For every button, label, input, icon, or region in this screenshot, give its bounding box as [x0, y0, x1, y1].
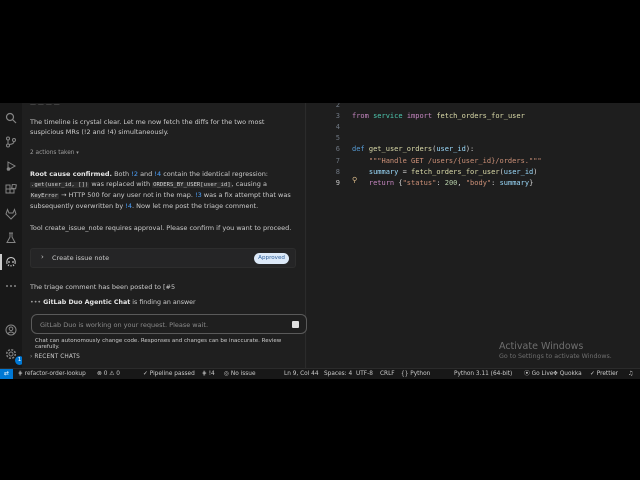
issue-status: No issue [230, 371, 256, 377]
quokka-item[interactable]: ✥ Quokka [553, 370, 582, 379]
activate-windows-subtitle: Go to Settings to activate Windows. [499, 353, 612, 360]
agent-status-row: ••• GitLab Duo Agentic Chat is finding an… [30, 299, 196, 306]
end-of-line[interactable]: CRLF [380, 370, 395, 379]
indentation[interactable]: Spaces: 4 [324, 370, 352, 379]
settings-gear-icon[interactable]: 1 [4, 347, 24, 365]
text-span: , causing a [231, 180, 267, 188]
cursor-position[interactable]: Ln 9, Col 44 [284, 370, 319, 379]
mr-link-2[interactable]: !2 [131, 170, 138, 178]
text-span: . Now let me post the triage comment. [132, 202, 259, 210]
line-number: 3 [335, 112, 340, 121]
line-number: 9 [335, 178, 340, 187]
pipeline-item[interactable]: ✓ Pipeline passed [143, 370, 195, 379]
code-keyerror: KeyError [30, 193, 59, 199]
duo-chat-panel: — — — — The timeline is crystal clear. L… [22, 103, 314, 368]
vscode-window: 1 — — — — The timeline is crystal clear.… [0, 103, 640, 379]
branch-name: refactor-order-lookup [24, 371, 86, 377]
text-span: was replaced with [89, 180, 153, 188]
agent-name: GitLab Duo Agentic Chat [43, 299, 131, 306]
run-debug-icon[interactable] [4, 159, 18, 173]
pipeline-status: Pipeline passed [149, 371, 195, 377]
actions-taken-label: 2 actions taken [30, 150, 75, 156]
prettier-item[interactable]: ✓ Prettier [590, 370, 618, 379]
language-mode[interactable]: {} Python [401, 370, 430, 379]
line-number: 7 [335, 156, 340, 165]
code-line[interactable]: return {"status": 200, "body": summary} [352, 179, 533, 187]
go-live-item[interactable]: ⦿ Go Live [524, 370, 553, 379]
line-number: 5 [335, 134, 340, 143]
duo-chat-icon[interactable] [0, 254, 18, 270]
merge-request-item[interactable]: ⋕ !4 [202, 370, 215, 379]
text-span: → HTTP 500 for any user not in the map. [58, 191, 195, 199]
lightbulb-icon[interactable]: ⚲ [352, 176, 357, 184]
agent-status-text: is finding an answer [130, 299, 196, 306]
gitlab-icon[interactable] [4, 207, 18, 221]
text-span: contain the identical regression: [161, 170, 269, 178]
problems-item[interactable]: ⊗ 0 ⚠ 0 [97, 370, 120, 379]
chat-input[interactable] [40, 319, 280, 330]
activity-bar: 1 [0, 103, 24, 368]
chevron-right-icon: › [41, 253, 44, 261]
tool-call-card[interactable]: › Create issue note Approved [30, 248, 296, 268]
activate-windows-title: Activate Windows [499, 341, 584, 352]
mr-link-3[interactable]: !3 [195, 191, 202, 199]
search-icon[interactable] [4, 111, 18, 125]
python-interpreter[interactable]: Python 3.11 (64-bit) [454, 370, 512, 379]
status-bar: ⇄ ⋕ refactor-order-lookup ⊗ 0 ⚠ 0 ✓ Pipe… [0, 368, 640, 379]
go-live-label: Go Live [531, 371, 554, 377]
line-number: 6 [335, 145, 340, 154]
text-span: and [138, 170, 155, 178]
code-get-user-id: .get(user_id, []) [30, 182, 90, 188]
loading-dots-icon: ••• [30, 299, 42, 306]
encoding[interactable]: UTF-8 [356, 370, 373, 379]
actions-taken-toggle[interactable]: 2 actions taken ▾ [30, 150, 79, 156]
prettier-label: Prettier [596, 371, 619, 377]
extensions-icon[interactable] [4, 183, 18, 197]
recent-chats-label: RECENT CHATS [34, 354, 80, 360]
warning-count: 0 [116, 371, 120, 377]
testing-icon[interactable] [4, 231, 18, 245]
code-line[interactable]: def get_user_orders(user_id): [352, 145, 474, 153]
source-control-icon[interactable] [4, 135, 18, 149]
code-orders-by-user: ORDERS_BY_USER[user_id] [152, 182, 232, 188]
tool-call-label: Create issue note [52, 254, 110, 262]
previous-message-fragment: — — — — [30, 103, 60, 108]
more-icon[interactable] [4, 279, 18, 293]
chevron-down-icon: ▾ [76, 150, 79, 156]
approved-badge: Approved [254, 253, 289, 264]
chat-message-timeline: The timeline is crystal clear. Let me no… [30, 118, 265, 136]
issue-item[interactable]: ◎ No issue [224, 370, 256, 379]
error-count: 0 [103, 371, 108, 377]
branch-item[interactable]: ⋕ refactor-order-lookup [18, 370, 86, 379]
account-icon[interactable] [4, 323, 18, 337]
code-line[interactable]: from service import fetch_orders_for_use… [352, 112, 525, 120]
stop-button[interactable] [292, 321, 299, 328]
chat-input-box[interactable] [31, 314, 307, 334]
recent-chats-toggle[interactable]: › RECENT CHATS [30, 354, 80, 360]
line-number: 4 [335, 123, 340, 132]
line-number: 8 [335, 167, 340, 176]
chat-disclaimer: Chat can autonomously change code. Respo… [35, 338, 282, 350]
remote-indicator-icon[interactable]: ⇄ [0, 369, 13, 379]
language-name: Python [410, 371, 431, 377]
quokka-label: Quokka [559, 371, 582, 377]
code-editor[interactable]: 2 3 from service import fetch_orders_for_u… [307, 103, 640, 368]
root-cause-heading: Root cause confirmed. [30, 170, 112, 178]
chevron-right-icon: › [30, 354, 33, 360]
merge-request-id: !4 [208, 371, 215, 377]
line-number: 2 [335, 103, 340, 109]
text-span: Both [112, 170, 132, 178]
notifications-bell-icon[interactable]: ♫ [628, 370, 633, 379]
mr-link-4b[interactable]: !4 [125, 202, 132, 210]
tool-approval-message: Tool create_issue_note requires approval… [30, 224, 292, 232]
code-line[interactable]: summary = fetch_orders_for_user(user_id) [352, 168, 538, 176]
code-line[interactable]: """Handle GET /users/{user_id}/orders.""… [352, 157, 542, 165]
chat-message-root-cause: Root cause confirmed. Both !2 and !4 con… [30, 169, 296, 211]
triage-posted-message: The triage comment has been posted to [#… [30, 283, 176, 291]
